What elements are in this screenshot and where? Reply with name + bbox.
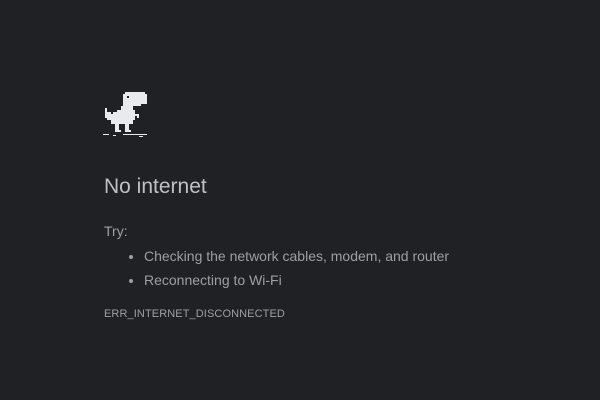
error-code: ERR_INTERNET_DISCONNECTED bbox=[104, 308, 285, 320]
error-page: No internet Try: Checking the network ca… bbox=[0, 0, 600, 400]
page-title: No internet bbox=[104, 175, 207, 198]
suggestions-list: Checking the network cables, modem, and … bbox=[104, 244, 584, 292]
list-item: Reconnecting to Wi-Fi bbox=[144, 268, 584, 292]
offline-dinosaur-icon[interactable] bbox=[103, 92, 151, 142]
main-content: No internet Try: Checking the network ca… bbox=[104, 172, 584, 322]
try-label: Try: bbox=[104, 223, 128, 239]
list-item: Checking the network cables, modem, and … bbox=[144, 244, 584, 268]
